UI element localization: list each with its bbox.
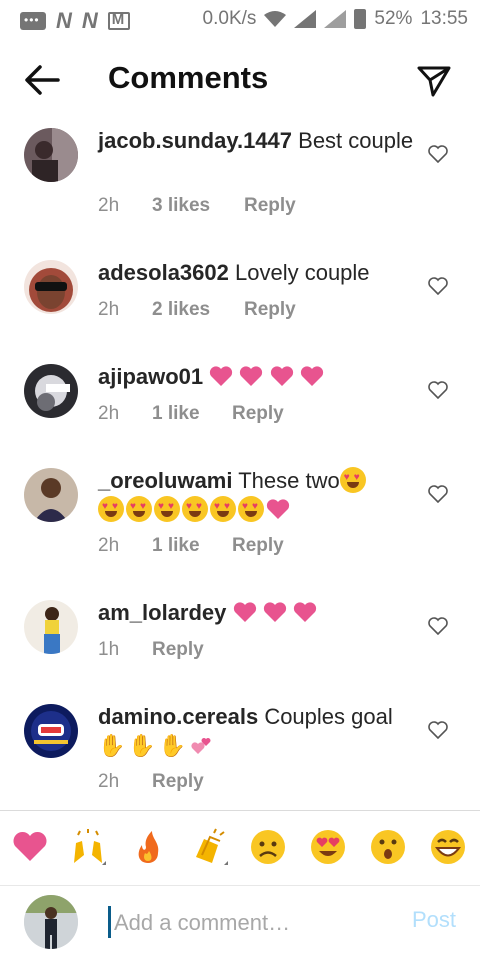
reply-button[interactable]: Reply [244, 299, 296, 321]
sad-face-icon[interactable] [248, 827, 288, 867]
message-notification-icon [20, 12, 46, 30]
comment-username[interactable]: _oreoluwami [98, 468, 232, 493]
clapping-hands-emoji-icon: ✋ [158, 733, 187, 758]
raised-hands-icon[interactable] [68, 827, 108, 867]
comment-time: 2h [98, 195, 120, 216]
reply-button[interactable]: Reply [232, 403, 284, 425]
comment-body: jacob.sunday.1447 Best couple [98, 126, 418, 155]
comment-body: adesola3602 Lovely couple [98, 258, 418, 287]
sparkling-hearts-icon [191, 738, 211, 754]
status-bar: N N 0.0K/s 52% 13:55 [0, 0, 480, 38]
back-arrow-icon[interactable] [22, 62, 62, 98]
comment-username[interactable]: ajipawo01 [98, 364, 203, 389]
comment-meta: 1h Reply [98, 639, 204, 661]
reply-button[interactable]: Reply [232, 535, 284, 557]
quick-emoji-bar [0, 810, 480, 886]
avatar[interactable] [24, 468, 78, 522]
comment-time: 2h [98, 299, 120, 320]
comment-meta: 2h 3 likes Reply [98, 195, 296, 217]
comment-username[interactable]: am_lolardey [98, 600, 226, 625]
clock: 13:55 [420, 8, 468, 29]
pink-heart-icon [300, 366, 323, 386]
surprised-face-icon[interactable] [368, 827, 408, 867]
like-heart-icon[interactable] [428, 145, 448, 163]
signal-icon [324, 10, 347, 28]
comment-body: ajipawo01 [98, 362, 418, 391]
avatar[interactable] [24, 260, 78, 314]
comment-meta: 2h 2 likes Reply [98, 299, 296, 321]
reply-button[interactable]: Reply [152, 639, 204, 661]
battery-percent: 52% [374, 8, 413, 29]
pink-heart-icon[interactable] [10, 827, 50, 867]
comment-body: _oreoluwami These two ♥ ♥ ♥ ♥ ♥ ♥ ♥ ♥ ♥ ♥ ♥ ♥ ♥ ♥ [98, 466, 418, 524]
reply-button[interactable]: Reply [152, 771, 204, 793]
pink-heart-icon [266, 499, 290, 519]
signal-icon [294, 10, 317, 28]
pink-heart-icon [270, 366, 293, 386]
n-notification-icon: N [56, 8, 72, 33]
comment-body: damino.cereals Couples goal ✋ ✋ ✋ [98, 702, 418, 760]
like-heart-icon[interactable] [428, 485, 448, 503]
like-heart-icon[interactable] [428, 277, 448, 295]
pink-heart-icon [240, 366, 263, 386]
fire-icon[interactable] [128, 827, 168, 867]
heart-eyes-emoji-icon: ♥ ♥ [238, 496, 264, 522]
mail-notification-icon [107, 11, 130, 30]
comment-username[interactable]: adesola3602 [98, 260, 229, 285]
avatar[interactable] [24, 600, 78, 654]
comment-likes[interactable]: 1 like [152, 535, 232, 557]
pink-heart-icon [263, 602, 286, 622]
grinning-face-icon[interactable] [428, 827, 468, 867]
heart-eyes-emoji-icon: ♥ ♥ [182, 496, 208, 522]
text-cursor [108, 906, 111, 938]
send-icon[interactable] [416, 62, 452, 98]
comment-meta: 2h Reply [98, 771, 204, 793]
clapping-hands-emoji-icon: ✋ [98, 733, 126, 758]
clapping-hands-icon[interactable] [188, 827, 228, 867]
comment-likes[interactable]: 3 likes [152, 195, 244, 217]
comment-username[interactable]: jacob.sunday.1447 [98, 128, 292, 153]
pink-heart-icon [293, 602, 316, 622]
comment-meta: 2h 1 like Reply [98, 535, 284, 557]
comment-composer: Post [0, 885, 480, 960]
page-title: Comments [108, 60, 269, 95]
avatar[interactable] [24, 128, 78, 182]
heart-eyes-emoji-icon: ♥ ♥ [154, 496, 180, 522]
comment-time: 2h [98, 535, 120, 556]
wifi-icon [264, 11, 287, 27]
like-heart-icon[interactable] [428, 381, 448, 399]
battery-icon [354, 9, 367, 29]
comment-likes[interactable]: 1 like [152, 403, 232, 425]
reply-button[interactable]: Reply [244, 195, 296, 217]
post-button[interactable]: Post [412, 907, 456, 933]
comment-input[interactable] [112, 905, 396, 941]
heart-eyes-emoji-icon: ♥ ♥ [339, 467, 366, 493]
pink-heart-icon [210, 366, 233, 386]
heart-eyes-face-icon[interactable] [308, 827, 348, 867]
comment-likes[interactable]: 2 likes [152, 299, 244, 321]
comment-time: 2h [98, 403, 120, 424]
avatar[interactable] [24, 364, 78, 418]
comment-time: 2h [98, 771, 120, 792]
comment-body: am_lolardey [98, 598, 418, 627]
like-heart-icon[interactable] [428, 617, 448, 635]
clapping-hands-emoji-icon: ✋ [128, 733, 156, 758]
heart-eyes-emoji-icon: ♥ ♥ [210, 496, 236, 522]
comment-username[interactable]: damino.cereals [98, 704, 258, 729]
avatar [24, 895, 78, 949]
pink-heart-icon [233, 602, 256, 622]
comment-time: 1h [98, 639, 120, 660]
comment-text: Best couple [298, 128, 414, 153]
comment-text: These two [238, 468, 340, 493]
comment-text: Lovely couple [235, 260, 370, 285]
header: Comments [0, 40, 480, 120]
heart-eyes-emoji-icon: ♥ ♥ [98, 496, 124, 522]
comment-meta: 2h 1 like Reply [98, 403, 284, 425]
avatar[interactable] [24, 704, 78, 758]
n-notification-icon: N [81, 8, 98, 33]
comment-text: Couples goal [264, 704, 393, 729]
network-speed: 0.0K/s [202, 8, 257, 29]
like-heart-icon[interactable] [428, 721, 448, 739]
heart-eyes-emoji-icon: ♥ ♥ [126, 496, 152, 522]
